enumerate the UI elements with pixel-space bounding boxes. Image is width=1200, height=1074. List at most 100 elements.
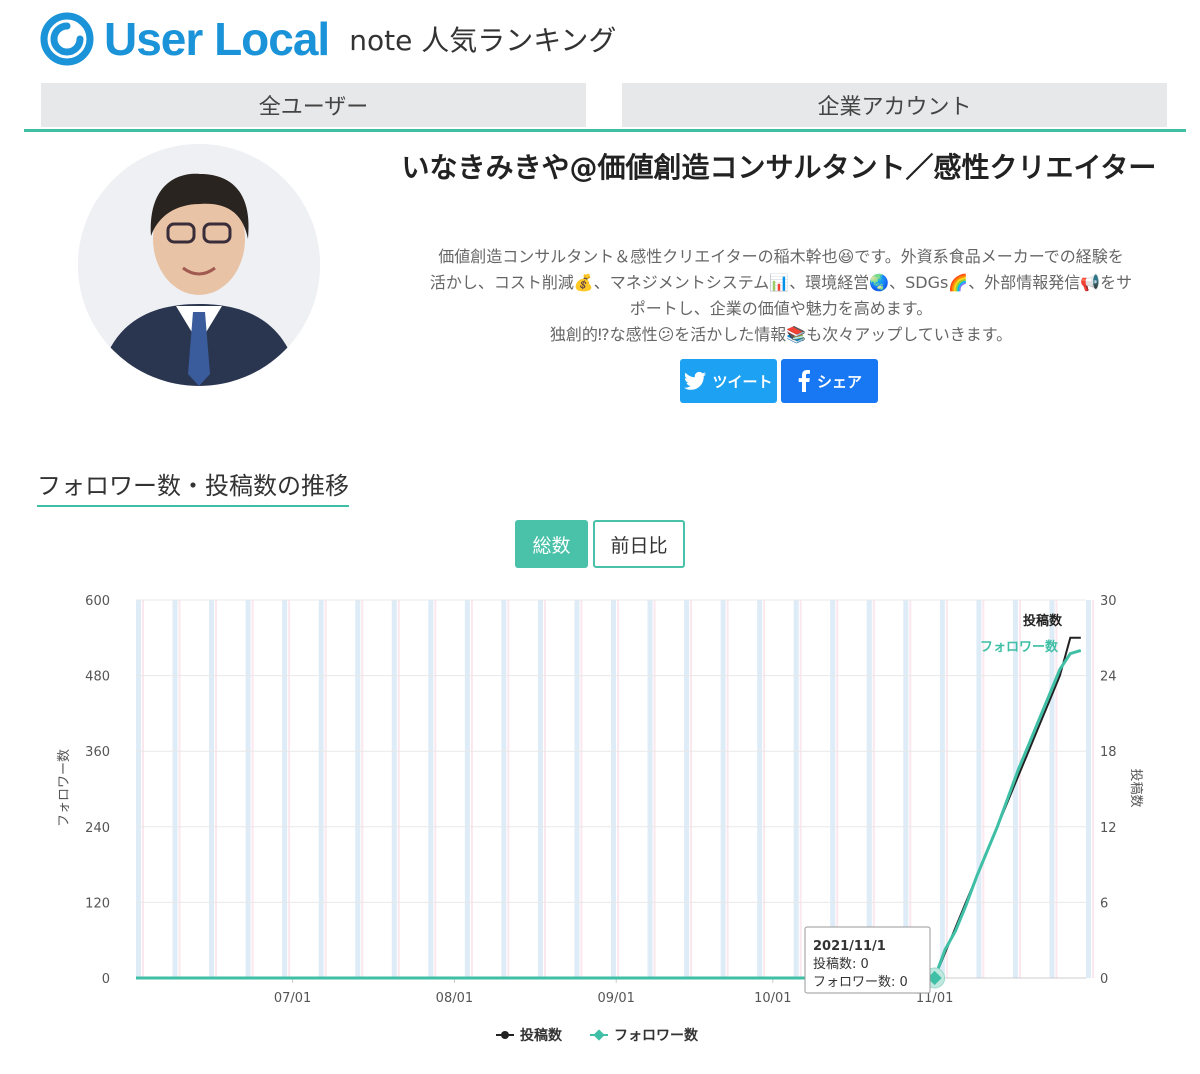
- end-label-posts: 投稿数: [1023, 613, 1063, 629]
- grid-stripe-pink: [872, 600, 875, 978]
- y-left-tick-label: 0: [102, 972, 110, 987]
- grid-stripe-blue: [501, 600, 507, 978]
- profile-desc-line: 価値創造コンサルタント＆感性クリエイターの稲木幹也😆です。外資系食品メーカーでの…: [438, 247, 1124, 266]
- grid-stripe-blue: [245, 600, 251, 978]
- end-label-followers: フォロワー数: [980, 639, 1059, 655]
- grid-stripe-pink: [397, 600, 400, 978]
- legend-posts-marker: [501, 1031, 509, 1039]
- grid-stripe-pink: [1092, 600, 1094, 978]
- y-left-axis-title: フォロワー数: [57, 749, 72, 827]
- series-line-posts: [136, 636, 1081, 979]
- grid-stripe-blue: [684, 600, 690, 978]
- grid-stripe-blue: [866, 600, 872, 978]
- y-right-tick-label: 30: [1100, 594, 1117, 609]
- grid-stripe-blue: [647, 600, 653, 978]
- grid-stripe-pink: [836, 600, 839, 978]
- profile-desc-line: 活かし、コスト削減💰、マネジメントシステム📊、環境経営🌏、SDGs🌈、外部情報発…: [429, 273, 1133, 292]
- profile-desc-line: ポートし、企業の価値や魅力を高めます。: [629, 299, 933, 318]
- grid-stripe-blue: [793, 600, 799, 978]
- twitter-bird-icon: [684, 371, 707, 390]
- profile-description: 価値創造コンサルタント＆感性クリエイターの稲木幹也😆です。外資系食品メーカーでの…: [396, 244, 1166, 348]
- y-right-tick-label: 12: [1100, 821, 1117, 836]
- profile-name: いなきみきや@価値創造コンサルタント／感性クリエイター: [401, 151, 1157, 184]
- facebook-share-label: シェア: [816, 372, 862, 391]
- grid-stripe-pink: [178, 600, 181, 978]
- profile-avatar: [78, 144, 320, 386]
- facebook-f-icon: [798, 370, 810, 392]
- grid-stripe-blue: [939, 600, 945, 978]
- grid-stripe-blue: [318, 600, 324, 978]
- legend-followers-marker: [593, 1029, 605, 1041]
- tab-corporate-accounts[interactable]: 企業アカウント: [622, 83, 1167, 127]
- grid-stripe-blue: [611, 600, 616, 978]
- grid-stripe-pink: [361, 600, 364, 978]
- grid-stripe-pink: [142, 600, 144, 978]
- tab-all-users[interactable]: 全ユーザー: [41, 83, 586, 127]
- tooltip-posts: 投稿数: 0: [813, 956, 869, 972]
- grid-stripe-blue: [355, 600, 361, 978]
- grid-stripe-pink: [215, 600, 218, 978]
- userlocal-logo-icon[interactable]: [40, 12, 94, 66]
- grid-stripe-pink: [434, 600, 437, 978]
- grid-stripe-pink: [1055, 600, 1058, 978]
- facebook-share-button[interactable]: シェア: [781, 359, 878, 403]
- grid-stripe-blue: [537, 600, 543, 978]
- x-tick-label: 09/01: [597, 991, 634, 1006]
- grid-stripe-pink: [470, 600, 473, 978]
- grid-stripe-pink: [763, 600, 766, 978]
- x-tick-label: 10/01: [754, 991, 791, 1006]
- ranking-tabs: 全ユーザー 企業アカウント: [24, 83, 1186, 132]
- grid-stripe-pink: [251, 600, 254, 978]
- tweet-button[interactable]: ツイート: [680, 359, 777, 403]
- grid-stripe-blue: [172, 600, 178, 978]
- grid-stripe-pink: [324, 600, 327, 978]
- grid-stripe-pink: [288, 600, 291, 978]
- site-title: note 人気ランキング: [349, 24, 617, 57]
- x-tick-label: 07/01: [274, 991, 311, 1006]
- y-left-tick-label: 360: [85, 745, 110, 760]
- grid-stripe-blue: [209, 600, 215, 978]
- series-line-followers: [136, 648, 1082, 980]
- toggle-daily-diff[interactable]: 前日比: [593, 520, 685, 568]
- grid-stripe-pink: [799, 600, 802, 978]
- grid-stripe-pink: [982, 600, 985, 978]
- grid-stripe-blue: [830, 600, 836, 978]
- grid-stripe-pink: [945, 600, 948, 978]
- tweet-label: ツイート: [712, 372, 773, 391]
- grid-stripe-blue: [136, 600, 141, 978]
- grid-stripe-pink: [909, 600, 912, 978]
- y-right-tick-label: 0: [1100, 972, 1108, 987]
- profile-desc-line: 独創的⁉な感性😕を活かした情報📚も次々アップしていきます。: [549, 325, 1013, 344]
- x-tick-label: 08/01: [436, 991, 473, 1006]
- y-left-tick-label: 120: [85, 896, 110, 911]
- y-right-tick-label: 24: [1100, 670, 1117, 685]
- grid-stripe-pink: [617, 600, 619, 978]
- grid-stripe-blue: [1086, 600, 1091, 978]
- grid-stripe-pink: [690, 600, 693, 978]
- grid-stripe-blue: [757, 600, 763, 978]
- grid-stripe-pink: [543, 600, 546, 978]
- grid-stripe-blue: [391, 600, 397, 978]
- y-right-tick-label: 18: [1100, 745, 1117, 760]
- grid-stripe-blue: [903, 600, 909, 978]
- grid-stripe-pink: [653, 600, 656, 978]
- grid-stripe-pink: [580, 600, 583, 978]
- legend-posts-label: 投稿数: [520, 1027, 563, 1044]
- site-header: User Local note 人気ランキング: [40, 8, 616, 70]
- grid-stripe-blue: [1049, 600, 1055, 978]
- grid-stripe-blue: [720, 600, 726, 978]
- grid-stripe-blue: [976, 600, 982, 978]
- follower-post-chart: 0 0 120 6 240 12 360 18 480 24 600 30 07/01 08/01 09/0…: [57, 594, 1144, 1044]
- legend-followers-label: フォロワー数: [614, 1027, 699, 1044]
- y-right-axis-title: 投稿数: [1128, 768, 1144, 807]
- grid-stripe-blue: [282, 600, 288, 978]
- grid-stripe-blue: [574, 600, 580, 978]
- grid-stripe-blue: [464, 600, 470, 978]
- grid-stripe-blue: [428, 600, 434, 978]
- grid-stripe-pink: [1018, 600, 1021, 978]
- tooltip-date: 2021/11/1: [813, 939, 886, 954]
- toggle-total[interactable]: 総数: [515, 520, 588, 568]
- brand-name[interactable]: User Local: [104, 12, 330, 66]
- y-left-tick-label: 600: [85, 594, 110, 609]
- grid-stripe-pink: [507, 600, 510, 978]
